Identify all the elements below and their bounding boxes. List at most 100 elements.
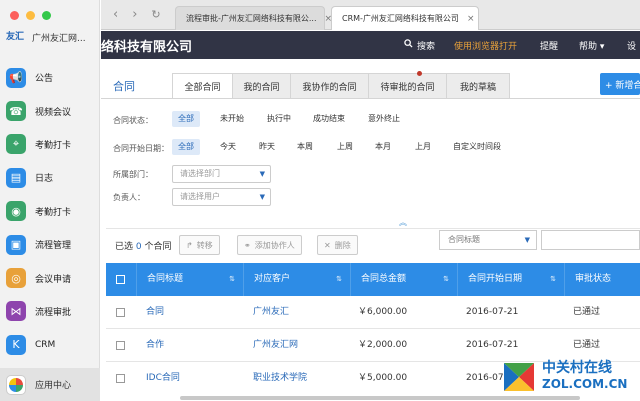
button-label: 删除 xyxy=(334,240,351,250)
monitor-icon: ▣ xyxy=(6,234,26,255)
customer-link[interactable]: 职业技术学院 xyxy=(253,362,307,395)
close-icon[interactable]: × xyxy=(467,14,475,24)
transfer-icon: ↱ xyxy=(186,240,193,250)
sidebar-item-3[interactable]: ⌖ 考勤打卡 xyxy=(0,128,100,161)
help-menu[interactable]: 帮助 ▾ xyxy=(579,39,604,52)
minimize-window-button[interactable] xyxy=(26,11,35,20)
tab-all-contracts[interactable]: 全部合同 xyxy=(172,73,232,99)
status-option[interactable]: 全部 xyxy=(172,111,200,127)
link-icon: ⚭ xyxy=(244,240,251,250)
caret-down-icon: ▼ xyxy=(259,170,265,178)
date-filter-label: 合同开始日期： xyxy=(113,144,169,153)
status-option[interactable]: 执行中 xyxy=(261,111,297,127)
notification-dot xyxy=(417,71,422,76)
reload-icon[interactable]: ↻ xyxy=(151,7,160,23)
status-option[interactable]: 意外终止 xyxy=(362,111,406,127)
sidebar-item-label: 应用中心 xyxy=(35,381,72,391)
date-option[interactable]: 上月 xyxy=(409,139,437,155)
search-field-select[interactable]: 合同标题 ▼ xyxy=(439,230,537,250)
caret-down-icon: ▼ xyxy=(524,236,530,244)
row-checkbox[interactable] xyxy=(116,308,125,317)
date-option[interactable]: 上周 xyxy=(331,139,359,155)
row-checkbox[interactable] xyxy=(116,374,125,383)
remind-link[interactable]: 提醒 xyxy=(540,39,558,52)
browser-tab-crm[interactable]: CRM-广州友汇网络科技有限公司 × xyxy=(331,6,479,30)
selection-count: 已选 0 个合同 xyxy=(115,239,172,252)
dept-filter-label: 所属部门： xyxy=(113,170,153,179)
button-label: 添加协作人 xyxy=(254,240,295,250)
tab-title: CRM-广州友汇网络科技有限公司 xyxy=(342,14,459,23)
sidebar-item-5[interactable]: ◉ 考勤打卡 xyxy=(0,195,100,228)
bulb-icon: ◉ xyxy=(6,201,26,222)
column-label: 合同总金额 xyxy=(361,274,407,284)
divider xyxy=(101,98,640,99)
date-option[interactable]: 昨天 xyxy=(253,139,281,155)
share-icon: ⋈ xyxy=(6,301,26,322)
customer-link[interactable]: 广州友汇网 xyxy=(253,329,298,362)
close-window-button[interactable] xyxy=(10,11,19,20)
selection-number: 0 xyxy=(135,242,142,252)
date-option[interactable]: 全部 xyxy=(172,139,200,155)
status-option[interactable]: 未开始 xyxy=(214,111,250,127)
tab-title: 流程审批-广州友汇网络科技有限公... xyxy=(186,14,317,23)
transfer-button[interactable]: ↱ 转移 xyxy=(179,235,220,255)
column-header-status[interactable]: 审批状态 xyxy=(564,263,640,296)
tab-pending-contracts[interactable]: 待审批的合同 xyxy=(368,71,446,99)
sidebar-item-2[interactable]: ☎ 视频会议 xyxy=(0,94,100,127)
column-header-start-date[interactable]: 合同开始日期 ⇅ xyxy=(457,263,564,296)
column-header-title[interactable]: 合同标题 ⇅ xyxy=(136,263,243,296)
sidebar-item-label: 日志 xyxy=(35,174,54,185)
add-collaborator-button[interactable]: ⚭ 添加协作人 xyxy=(237,235,302,255)
forward-icon[interactable]: › xyxy=(132,7,137,23)
contract-title-link[interactable]: 合作 xyxy=(146,329,164,362)
table-row[interactable]: 合同 广州友汇 ￥6,000.00 2016-07-21 已通过 xyxy=(106,296,640,329)
open-in-browser-link[interactable]: 使用浏览器打开 xyxy=(454,39,517,52)
select-all-checkbox[interactable] xyxy=(116,275,125,284)
location-pin-icon: ⌖ xyxy=(6,134,26,155)
sidebar-item-7[interactable]: ◎ 会议申请 xyxy=(0,261,100,294)
browser-tab-workflow[interactable]: 流程审批-广州友汇网络科技有限公... × xyxy=(175,6,332,30)
customer-link[interactable]: 广州友汇 xyxy=(253,296,289,329)
sidebar-item-4[interactable]: ▤ 日志 xyxy=(0,161,100,194)
search-icon xyxy=(404,39,413,48)
date-option[interactable]: 本周 xyxy=(291,139,319,155)
sidebar-item-6[interactable]: ▣ 流程管理 xyxy=(0,228,100,261)
owner-filter-label: 负责人： xyxy=(113,193,145,202)
tab-drafts[interactable]: 我的草稿 xyxy=(446,73,510,99)
status-option[interactable]: 成功结束 xyxy=(307,111,351,127)
sidebar-item-app-center[interactable]: 应用中心 xyxy=(0,368,100,401)
sidebar-item-1[interactable]: 📢 公告 xyxy=(0,61,100,94)
selection-suffix: 个合同 xyxy=(144,242,172,252)
row-checkbox[interactable] xyxy=(116,341,125,350)
date-option[interactable]: 本月 xyxy=(369,139,397,155)
date-option[interactable]: 自定义时间段 xyxy=(447,139,507,155)
tab-my-contracts[interactable]: 我的合同 xyxy=(232,73,290,99)
contract-title-link[interactable]: 合同 xyxy=(146,296,164,329)
owner-select[interactable]: 请选择用户 ▼ xyxy=(172,188,271,206)
dept-select[interactable]: 请选择部门 ▼ xyxy=(172,165,271,183)
search-input[interactable] xyxy=(541,230,640,250)
column-header-amount[interactable]: 合同总金额 ⇅ xyxy=(350,263,457,296)
column-header-customer[interactable]: 对应客户 ⇅ xyxy=(243,263,350,296)
settings-link[interactable]: 设 xyxy=(627,39,636,52)
sidebar-item-8[interactable]: ⋈ 流程审批 xyxy=(0,295,100,328)
app-name: 广州友汇网... xyxy=(32,33,86,44)
app-logo: 友汇 xyxy=(6,32,25,42)
delete-button[interactable]: ✕ 删除 xyxy=(317,235,358,255)
sidebar-item-label: 流程管理 xyxy=(35,241,72,252)
tab-collab-contracts[interactable]: 我协作的合同 xyxy=(290,73,368,99)
sidebar-item-label: 公告 xyxy=(35,74,54,85)
sidebar-item-label: 视频会议 xyxy=(35,107,72,118)
contract-start-date: 2016-07-21 xyxy=(466,307,519,317)
contract-title-link[interactable]: IDC合同 xyxy=(146,362,180,395)
app-sidebar: 友汇 广州友汇网... 📢 公告 ☎ 视频会议 ⌖ 考勤打卡 ▤ 日志 ◉ 考勤打卡 ▣ 流程管理 ◎ 会… xyxy=(0,0,100,401)
sort-icon: ⇅ xyxy=(336,275,342,283)
new-contract-button[interactable]: + 新增合 xyxy=(600,73,640,95)
sidebar-item-9[interactable]: K CRM xyxy=(0,328,100,361)
back-icon[interactable]: ‹ xyxy=(113,7,118,23)
search-button[interactable]: 搜索 xyxy=(404,39,435,52)
caret-down-icon: ▼ xyxy=(259,193,265,201)
collapse-filters-icon[interactable]: ︽ xyxy=(399,217,407,228)
date-option[interactable]: 今天 xyxy=(214,139,242,155)
maximize-window-button[interactable] xyxy=(42,11,51,20)
